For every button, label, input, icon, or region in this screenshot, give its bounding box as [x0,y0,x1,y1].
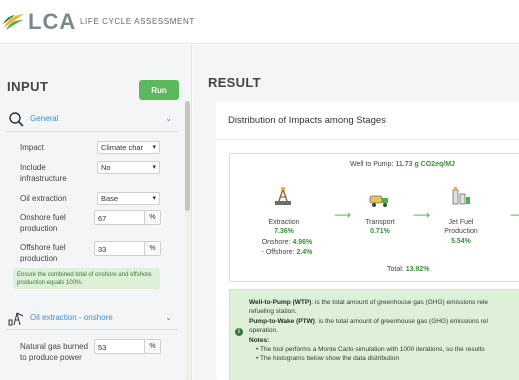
oil-pump-icon [275,186,291,205]
wtp-prefix: Well to Pump: [350,161,396,168]
notes-label-text: Notes: [249,337,270,344]
onshore-share: 4.96% [292,239,313,246]
onshore-label: Onshore fuel production [20,213,66,233]
oil-rig-icon [8,312,24,326]
total-prefix: Total: [387,266,406,273]
chevron-down-icon: ▾ [152,144,156,151]
infrastructure-select-value: No [101,163,111,172]
percent-addon: % [144,242,160,255]
oil-onshore-section-header[interactable]: Oil extraction - onshore ⌄ [6,310,178,328]
onshore-input-value: 67 [98,214,107,223]
oil-extraction-select[interactable]: Base ▾ [97,192,160,205]
chevron-down-icon: ⌄ [165,313,172,322]
wtp-definition: Well-to-Pump (WTP): is the total amount … [249,298,488,307]
info-icon: i [235,328,243,336]
run-button[interactable]: Run [139,80,179,100]
ptw-definition: Pump-to-Wake (PTW): is the total amount … [249,317,488,326]
production-note: Ensure the combined total of onshore and… [13,268,160,289]
note-text: The tool performs a Monte Carlo simulati… [259,346,485,353]
offshore-label: Offshore fuel production [20,243,66,263]
onshore-prefix: Onshore: [261,239,293,246]
logo-text: LCA [28,9,77,34]
jet-fuel-stage-value: 5.54% [451,238,471,245]
note-item: • The histograms below show the data dis… [256,355,400,362]
percent-addon: % [144,340,160,353]
info-box: i Well-to-Pump (WTP): is the total amoun… [229,289,519,380]
general-section-label: General [30,114,59,123]
wtp-term: Well-to-Pump (WTP) [249,299,312,306]
transport-stage-value: 0.71% [370,228,390,235]
oil-extraction-label: Oil extraction [20,194,67,203]
arrow-right-icon: ⟶ [334,208,352,222]
general-section-header[interactable]: General ⌄ [6,111,178,129]
chevron-down-icon: ▾ [152,164,156,171]
stages-diagram: Well to Pump: 11.73 g CO2eq/MJ Extractio… [229,153,519,282]
logo-subtitle: LIFE CYCLE ASSESSMENT [80,17,195,26]
scrollbar-thumb[interactable] [185,101,190,211]
well-to-pump-summary: Well to Pump: 11.73 g CO2eq/MJ [350,161,455,168]
ptw-text: : is the total amount of greenhouse gas … [314,318,488,325]
note-item: • The tool performs a Monte Carlo simula… [256,346,485,353]
leaf-logo-icon [3,14,24,30]
total-summary: Total: 13.92% [387,266,429,273]
infrastructure-label: Include infrastructure [20,163,67,183]
app-root: LCA LIFE CYCLE ASSESSMENT INPUT Run Gene… [0,0,519,380]
impact-select[interactable]: Climate char ▾ [97,141,160,154]
total-value: 13.92% [405,266,430,273]
jet-fuel-stage-name: Jet Fuel Production [444,219,478,235]
note-text: The histograms below show the data distr… [259,355,400,362]
tanker-truck-icon [369,195,388,207]
natural-gas-input-value: 53 [98,343,107,352]
card-title: Distribution of Impacts among Stages [228,115,386,126]
percent-addon: % [144,211,160,224]
oil-extraction-select-value: Base [101,194,119,203]
onshore-input[interactable]: 67 % [94,210,161,225]
chevron-down-icon: ⌄ [165,114,172,123]
ptw-definition-cont: operation. [249,327,278,334]
oil-onshore-section-label: Oil extraction - onshore [30,313,113,322]
result-panel: RESULT Distribution of Impacts among Sta… [193,45,519,380]
offshore-input-value: 33 [98,245,107,254]
impact-select-value: Climate char [101,143,144,152]
wtp-text: : is the total amount of greenhouse gas … [311,299,489,306]
search-icon [9,112,24,127]
offshore-prefix: - Offshore: [261,249,297,256]
offshore-input[interactable]: 33 % [94,241,161,256]
wtp-definition-cont: refueling station. [249,308,297,315]
input-panel: INPUT Run General ⌄ Impact Climate char … [0,45,192,380]
natural-gas-input[interactable]: 53 % [94,339,161,354]
extraction-stage-name: Extraction [268,219,300,226]
result-title: RESULT [208,75,261,90]
offshore-share: 2.4% [296,249,313,256]
arrow-right-icon: ⟶ [510,208,519,222]
divider [6,329,178,330]
chevron-down-icon: ▾ [152,195,156,202]
infrastructure-select[interactable]: No ▾ [97,161,160,174]
refinery-icon [452,187,470,205]
transport-stage-name: Transport [365,219,395,226]
extraction-stage-value: 7.36% [274,228,294,235]
ptw-term: Pump-to-Wake (PTW) [249,318,315,325]
divider [216,139,519,140]
top-header: LCA LIFE CYCLE ASSESSMENT [0,0,519,44]
distribution-card: Distribution of Impacts among Stages Wel… [216,101,519,380]
impact-label: Impact [20,143,45,152]
notes-label: Notes: [249,336,269,345]
extraction-onshore: Onshore: 4.96% [246,238,328,247]
divider [6,131,178,132]
wtp-value: 11.73 g CO2eq/MJ [395,161,455,168]
input-title: INPUT [7,79,49,94]
arrow-right-icon: ⟶ [413,208,431,222]
extraction-offshore: - Offshore: 2.4% [246,248,328,257]
natural-gas-label: Natural gas burned to produce power [20,342,89,362]
